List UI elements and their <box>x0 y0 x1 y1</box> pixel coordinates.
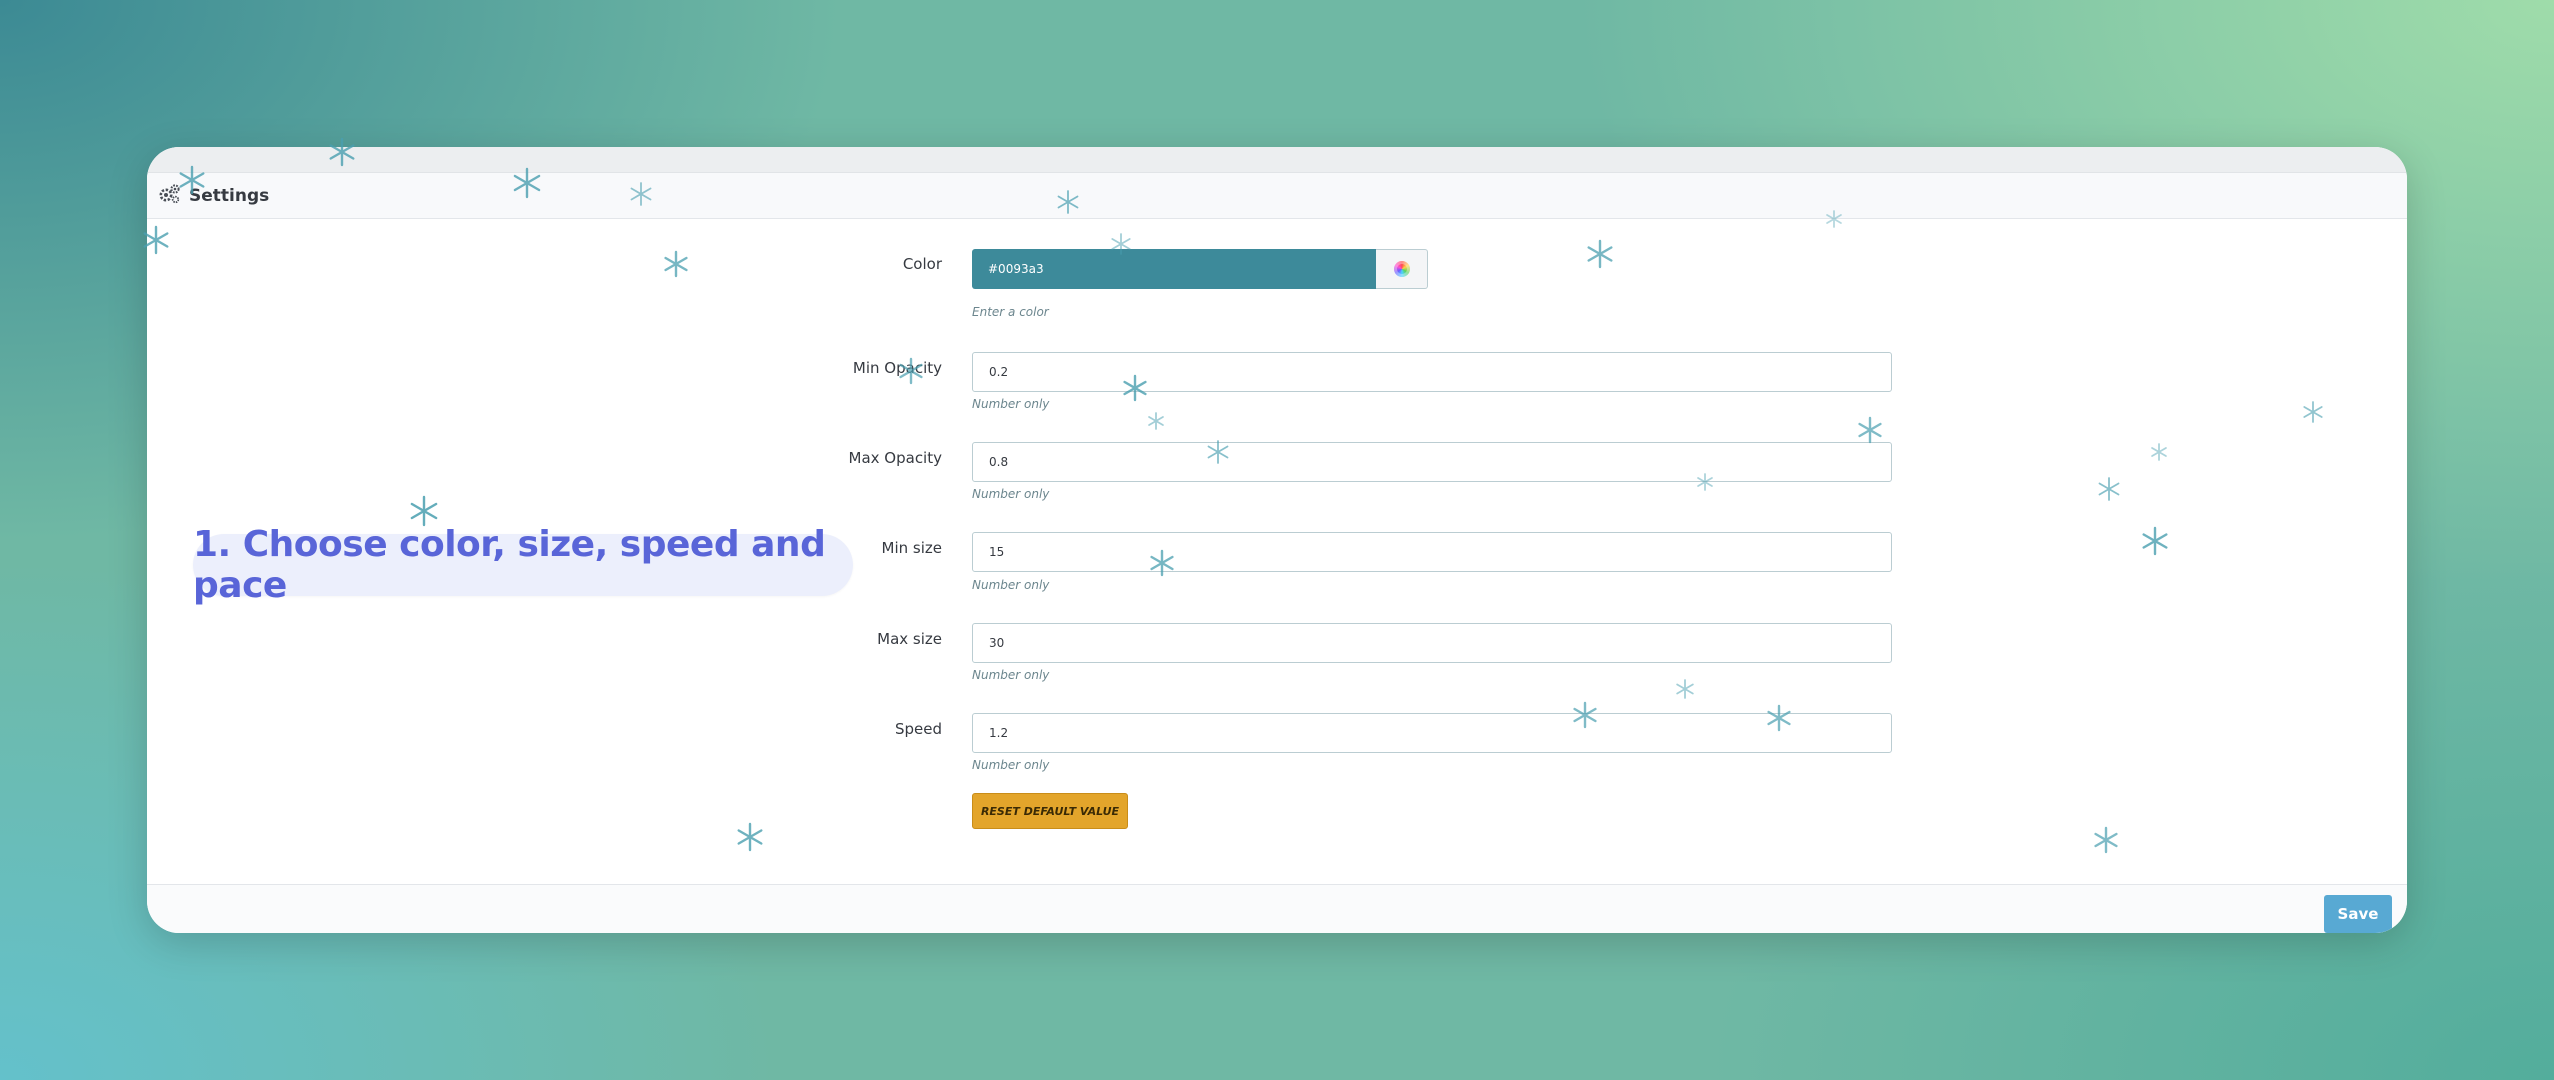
color-label: Color <box>902 255 942 273</box>
save-button[interactable]: Save <box>2324 895 2392 933</box>
window-top-strip <box>147 147 2407 173</box>
min-opacity-label: Min Opacity <box>852 359 942 377</box>
color-picker-button[interactable] <box>1376 249 1428 289</box>
max-opacity-label: Max Opacity <box>848 449 942 467</box>
panel-header: Settings <box>147 173 2407 219</box>
max-opacity-input[interactable]: 0.8 <box>972 442 1892 482</box>
panel-footer: Save <box>147 884 2407 933</box>
max-size-help: Number only <box>972 668 1050 682</box>
speed-help: Number only <box>972 758 1050 772</box>
min-opacity-help: Number only <box>972 397 1050 411</box>
max-opacity-help: Number only <box>972 487 1050 501</box>
speed-input[interactable]: 1.2 <box>972 713 1892 753</box>
min-size-help: Number only <box>972 578 1050 592</box>
min-size-input[interactable]: 15 <box>972 532 1892 572</box>
color-input[interactable]: #0093a3 <box>972 249 1376 289</box>
color-help: Enter a color <box>972 305 1049 319</box>
min-opacity-input[interactable]: 0.2 <box>972 352 1892 392</box>
color-wheel-icon <box>1393 261 1410 277</box>
max-size-input[interactable]: 30 <box>972 623 1892 663</box>
gears-icon <box>157 183 189 209</box>
reset-default-button[interactable]: RESET DEFAULT VALUE <box>972 793 1128 829</box>
callout-text: 1. Choose color, size, speed and pace <box>193 524 826 606</box>
step-callout: 1. Choose color, size, speed and pace <box>193 524 853 606</box>
panel-title: Settings <box>189 185 270 206</box>
speed-label: Speed <box>894 720 942 738</box>
max-size-label: Max size <box>877 630 942 648</box>
